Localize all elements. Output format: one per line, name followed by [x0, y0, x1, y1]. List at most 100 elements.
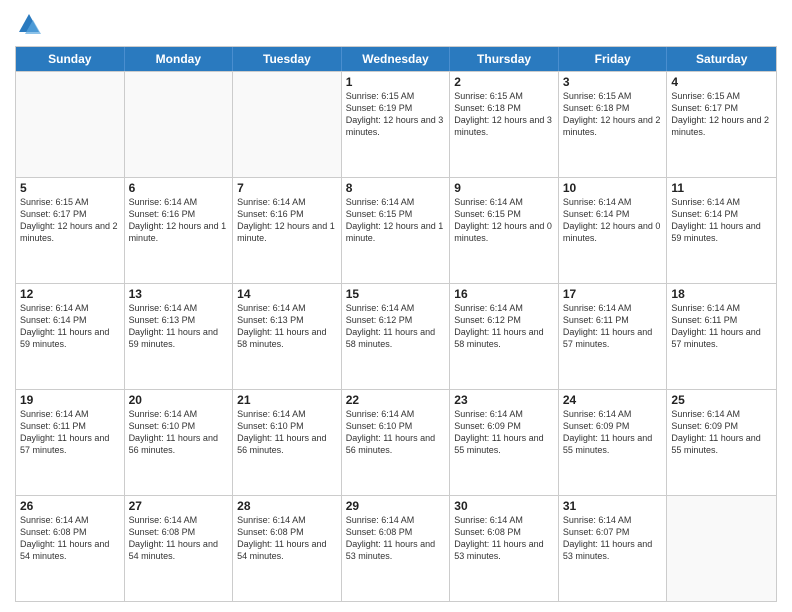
calendar-row: 12Sunrise: 6:14 AM Sunset: 6:14 PM Dayli…: [16, 283, 776, 389]
calendar-cell: 9Sunrise: 6:14 AM Sunset: 6:15 PM Daylig…: [450, 178, 559, 283]
day-number: 30: [454, 499, 554, 513]
logo: [15, 10, 47, 38]
day-info: Sunrise: 6:14 AM Sunset: 6:11 PM Dayligh…: [563, 302, 663, 351]
calendar-cell: 28Sunrise: 6:14 AM Sunset: 6:08 PM Dayli…: [233, 496, 342, 601]
calendar-cell: 13Sunrise: 6:14 AM Sunset: 6:13 PM Dayli…: [125, 284, 234, 389]
day-info: Sunrise: 6:14 AM Sunset: 6:13 PM Dayligh…: [129, 302, 229, 351]
calendar-cell: 27Sunrise: 6:14 AM Sunset: 6:08 PM Dayli…: [125, 496, 234, 601]
calendar-header: SundayMondayTuesdayWednesdayThursdayFrid…: [16, 47, 776, 71]
day-number: 24: [563, 393, 663, 407]
calendar-cell: 15Sunrise: 6:14 AM Sunset: 6:12 PM Dayli…: [342, 284, 451, 389]
day-number: 19: [20, 393, 120, 407]
day-info: Sunrise: 6:14 AM Sunset: 6:12 PM Dayligh…: [454, 302, 554, 351]
header: [15, 10, 777, 38]
calendar-cell: 29Sunrise: 6:14 AM Sunset: 6:08 PM Dayli…: [342, 496, 451, 601]
calendar-cell: 22Sunrise: 6:14 AM Sunset: 6:10 PM Dayli…: [342, 390, 451, 495]
day-info: Sunrise: 6:15 AM Sunset: 6:18 PM Dayligh…: [454, 90, 554, 139]
day-info: Sunrise: 6:14 AM Sunset: 6:16 PM Dayligh…: [237, 196, 337, 245]
day-info: Sunrise: 6:14 AM Sunset: 6:09 PM Dayligh…: [454, 408, 554, 457]
calendar-cell: 25Sunrise: 6:14 AM Sunset: 6:09 PM Dayli…: [667, 390, 776, 495]
calendar-body: 1Sunrise: 6:15 AM Sunset: 6:19 PM Daylig…: [16, 71, 776, 601]
day-info: Sunrise: 6:14 AM Sunset: 6:13 PM Dayligh…: [237, 302, 337, 351]
calendar-cell: 3Sunrise: 6:15 AM Sunset: 6:18 PM Daylig…: [559, 72, 668, 177]
day-number: 9: [454, 181, 554, 195]
day-number: 3: [563, 75, 663, 89]
page: SundayMondayTuesdayWednesdayThursdayFrid…: [0, 0, 792, 612]
calendar-cell: 12Sunrise: 6:14 AM Sunset: 6:14 PM Dayli…: [16, 284, 125, 389]
calendar-cell: [125, 72, 234, 177]
calendar-row: 1Sunrise: 6:15 AM Sunset: 6:19 PM Daylig…: [16, 71, 776, 177]
day-info: Sunrise: 6:14 AM Sunset: 6:16 PM Dayligh…: [129, 196, 229, 245]
day-info: Sunrise: 6:14 AM Sunset: 6:10 PM Dayligh…: [346, 408, 446, 457]
day-info: Sunrise: 6:15 AM Sunset: 6:18 PM Dayligh…: [563, 90, 663, 139]
day-info: Sunrise: 6:14 AM Sunset: 6:14 PM Dayligh…: [671, 196, 772, 245]
day-number: 7: [237, 181, 337, 195]
day-info: Sunrise: 6:15 AM Sunset: 6:19 PM Dayligh…: [346, 90, 446, 139]
calendar-cell: 18Sunrise: 6:14 AM Sunset: 6:11 PM Dayli…: [667, 284, 776, 389]
day-number: 17: [563, 287, 663, 301]
weekday-header: Tuesday: [233, 47, 342, 71]
calendar-cell: 14Sunrise: 6:14 AM Sunset: 6:13 PM Dayli…: [233, 284, 342, 389]
logo-icon: [15, 10, 43, 38]
calendar-row: 5Sunrise: 6:15 AM Sunset: 6:17 PM Daylig…: [16, 177, 776, 283]
calendar-row: 26Sunrise: 6:14 AM Sunset: 6:08 PM Dayli…: [16, 495, 776, 601]
day-number: 18: [671, 287, 772, 301]
day-info: Sunrise: 6:14 AM Sunset: 6:08 PM Dayligh…: [454, 514, 554, 563]
day-number: 26: [20, 499, 120, 513]
day-number: 2: [454, 75, 554, 89]
day-info: Sunrise: 6:14 AM Sunset: 6:14 PM Dayligh…: [563, 196, 663, 245]
calendar-cell: 6Sunrise: 6:14 AM Sunset: 6:16 PM Daylig…: [125, 178, 234, 283]
day-number: 31: [563, 499, 663, 513]
calendar-cell: 23Sunrise: 6:14 AM Sunset: 6:09 PM Dayli…: [450, 390, 559, 495]
calendar-cell: [233, 72, 342, 177]
calendar-cell: 4Sunrise: 6:15 AM Sunset: 6:17 PM Daylig…: [667, 72, 776, 177]
day-info: Sunrise: 6:14 AM Sunset: 6:11 PM Dayligh…: [20, 408, 120, 457]
day-info: Sunrise: 6:14 AM Sunset: 6:15 PM Dayligh…: [454, 196, 554, 245]
day-number: 5: [20, 181, 120, 195]
day-info: Sunrise: 6:14 AM Sunset: 6:07 PM Dayligh…: [563, 514, 663, 563]
calendar-cell: 21Sunrise: 6:14 AM Sunset: 6:10 PM Dayli…: [233, 390, 342, 495]
calendar-cell: 2Sunrise: 6:15 AM Sunset: 6:18 PM Daylig…: [450, 72, 559, 177]
day-number: 4: [671, 75, 772, 89]
day-number: 21: [237, 393, 337, 407]
calendar-cell: 31Sunrise: 6:14 AM Sunset: 6:07 PM Dayli…: [559, 496, 668, 601]
calendar-cell: 26Sunrise: 6:14 AM Sunset: 6:08 PM Dayli…: [16, 496, 125, 601]
weekday-header: Monday: [125, 47, 234, 71]
calendar-cell: 16Sunrise: 6:14 AM Sunset: 6:12 PM Dayli…: [450, 284, 559, 389]
day-number: 11: [671, 181, 772, 195]
day-number: 12: [20, 287, 120, 301]
day-number: 1: [346, 75, 446, 89]
calendar-cell: 10Sunrise: 6:14 AM Sunset: 6:14 PM Dayli…: [559, 178, 668, 283]
calendar-cell: [667, 496, 776, 601]
day-number: 13: [129, 287, 229, 301]
calendar-cell: 30Sunrise: 6:14 AM Sunset: 6:08 PM Dayli…: [450, 496, 559, 601]
calendar-cell: 5Sunrise: 6:15 AM Sunset: 6:17 PM Daylig…: [16, 178, 125, 283]
day-info: Sunrise: 6:15 AM Sunset: 6:17 PM Dayligh…: [20, 196, 120, 245]
day-info: Sunrise: 6:14 AM Sunset: 6:12 PM Dayligh…: [346, 302, 446, 351]
calendar-row: 19Sunrise: 6:14 AM Sunset: 6:11 PM Dayli…: [16, 389, 776, 495]
day-info: Sunrise: 6:14 AM Sunset: 6:14 PM Dayligh…: [20, 302, 120, 351]
day-number: 8: [346, 181, 446, 195]
day-number: 10: [563, 181, 663, 195]
day-info: Sunrise: 6:14 AM Sunset: 6:08 PM Dayligh…: [346, 514, 446, 563]
calendar-cell: 8Sunrise: 6:14 AM Sunset: 6:15 PM Daylig…: [342, 178, 451, 283]
day-info: Sunrise: 6:14 AM Sunset: 6:08 PM Dayligh…: [20, 514, 120, 563]
calendar-cell: [16, 72, 125, 177]
weekday-header: Saturday: [667, 47, 776, 71]
day-number: 29: [346, 499, 446, 513]
calendar-cell: 24Sunrise: 6:14 AM Sunset: 6:09 PM Dayli…: [559, 390, 668, 495]
day-number: 25: [671, 393, 772, 407]
day-number: 6: [129, 181, 229, 195]
day-number: 15: [346, 287, 446, 301]
day-info: Sunrise: 6:14 AM Sunset: 6:11 PM Dayligh…: [671, 302, 772, 351]
day-number: 23: [454, 393, 554, 407]
weekday-header: Friday: [559, 47, 668, 71]
day-number: 20: [129, 393, 229, 407]
weekday-header: Sunday: [16, 47, 125, 71]
day-info: Sunrise: 6:14 AM Sunset: 6:10 PM Dayligh…: [237, 408, 337, 457]
weekday-header: Thursday: [450, 47, 559, 71]
calendar-cell: 1Sunrise: 6:15 AM Sunset: 6:19 PM Daylig…: [342, 72, 451, 177]
day-number: 14: [237, 287, 337, 301]
day-number: 16: [454, 287, 554, 301]
calendar-cell: 20Sunrise: 6:14 AM Sunset: 6:10 PM Dayli…: [125, 390, 234, 495]
